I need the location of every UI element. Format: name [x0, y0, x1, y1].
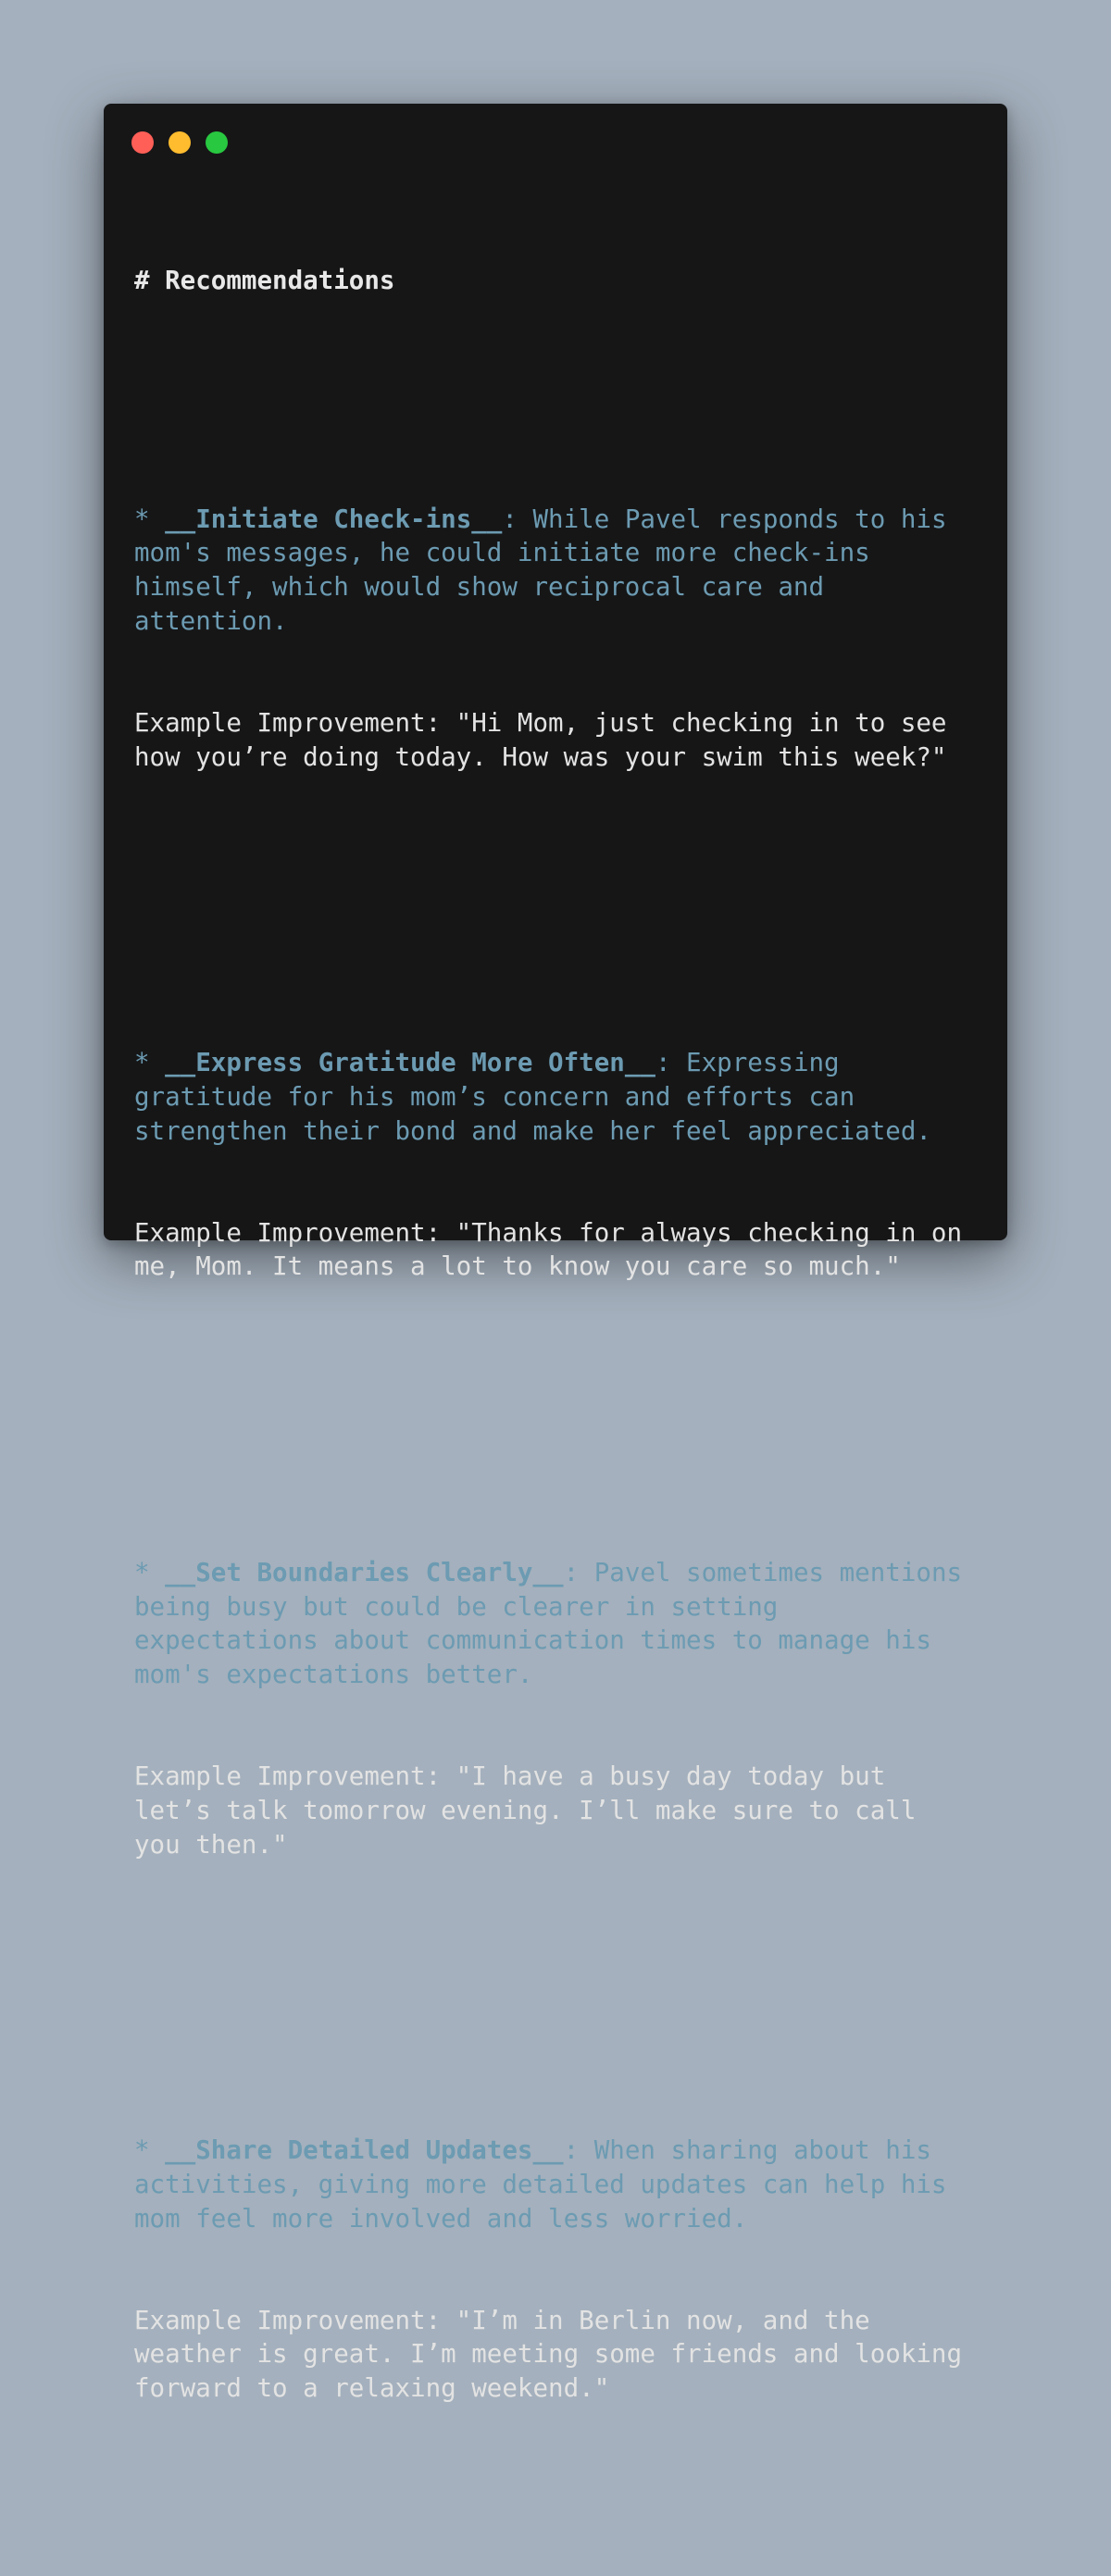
code-window: # Recommendations * __Initiate Check-ins… — [104, 104, 1007, 2403]
example-improvement: Example Improvement: "I have a busy day … — [134, 1761, 931, 1860]
bullet-marker: * — [134, 1048, 166, 1078]
markdown-content: # Recommendations * __Initiate Check-ins… — [134, 196, 977, 2576]
recommendation-description: * __Initiate Check-ins__: While Pavel re… — [134, 503, 977, 639]
recommendation-item: * __Set Boundaries Clearly__: Pavel some… — [134, 1488, 977, 1930]
recommendation-description: * __Set Boundaries Clearly__: Pavel some… — [134, 1556, 977, 1692]
recommendation-title: __Initiate Check-ins__ — [165, 504, 503, 534]
window-controls — [131, 131, 243, 154]
zoom-button[interactable] — [206, 131, 228, 154]
recommendation-item: * __Initiate Check-ins__: While Pavel re… — [134, 434, 977, 841]
document-heading: # Recommendations — [134, 266, 395, 296]
bullet-marker: * — [134, 504, 166, 534]
bullet-marker: * — [134, 2135, 166, 2166]
bullet-marker: * — [134, 1558, 166, 1588]
example-improvement: Example Improvement: "Thanks for always … — [134, 1217, 978, 1282]
recommendation-item: * __Share Detailed Updates__: When shari… — [134, 2066, 977, 2473]
close-button[interactable] — [131, 131, 154, 154]
recommendation-item: * __Express Gratitude More Often__: Expr… — [134, 978, 977, 1352]
example-improvement: Example Improvement: "I’m in Berlin now,… — [134, 2305, 978, 2404]
example-improvement: Example Improvement: "Hi Mom, just check… — [134, 707, 963, 772]
minimize-button[interactable] — [169, 131, 191, 154]
recommendation-description: * __Express Gratitude More Often__: Expr… — [134, 1046, 977, 1148]
recommendation-title: __Share Detailed Updates__ — [165, 2135, 564, 2166]
recommendation-title: __Set Boundaries Clearly__ — [165, 1558, 564, 1588]
recommendation-description: * __Share Detailed Updates__: When shari… — [134, 2134, 977, 2235]
recommendation-title: __Express Gratitude More Often__ — [165, 1048, 655, 1078]
